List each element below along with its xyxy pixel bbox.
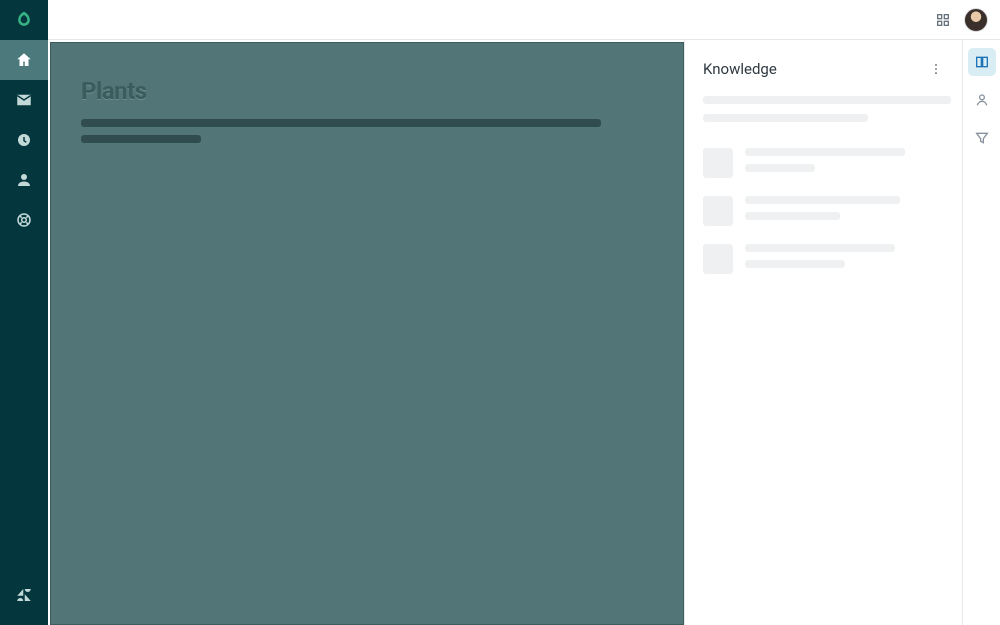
- skeleton-line: [745, 260, 845, 268]
- knowledge-skeleton-item: [703, 148, 944, 180]
- workspace-panel: Plants: [50, 42, 684, 625]
- user-avatar[interactable]: [964, 8, 988, 32]
- skeleton-line: [703, 114, 868, 122]
- app-logo-icon: [0, 0, 48, 40]
- skeleton-line: [745, 244, 895, 252]
- knowledge-panel: Knowledge: [684, 40, 962, 625]
- nav-mail[interactable]: [0, 80, 48, 120]
- more-vertical-icon[interactable]: [928, 61, 944, 77]
- skeleton-line: [745, 164, 815, 172]
- skeleton-line: [745, 148, 905, 156]
- knowledge-skeleton-top: [703, 96, 944, 132]
- nav-clock[interactable]: [0, 120, 48, 160]
- knowledge-skeleton-item: [703, 196, 944, 228]
- rail-filter-icon[interactable]: [968, 124, 996, 152]
- main: Plants Knowledge: [48, 0, 1000, 625]
- knowledge-title: Knowledge: [703, 60, 777, 78]
- nav-zendesk-icon[interactable]: [0, 575, 48, 615]
- workspace-skeleton-line: [81, 135, 201, 143]
- skeleton-line: [745, 196, 900, 204]
- skeleton-line: [703, 96, 951, 104]
- right-rail: [962, 40, 1000, 625]
- workspace-skeleton-line: [81, 119, 601, 127]
- nav-home[interactable]: [0, 40, 48, 80]
- skeleton-thumb: [703, 196, 733, 226]
- nav-person[interactable]: [0, 160, 48, 200]
- rail-knowledge-icon[interactable]: [968, 48, 996, 76]
- skeleton-thumb: [703, 244, 733, 274]
- nav-lifebuoy[interactable]: [0, 200, 48, 240]
- knowledge-skeleton-item: [703, 244, 944, 276]
- workspace-title: Plants: [81, 77, 653, 105]
- nav-sidebar: [0, 0, 48, 625]
- skeleton-thumb: [703, 148, 733, 178]
- top-header: [48, 0, 1000, 40]
- apps-grid-icon[interactable]: [934, 11, 952, 29]
- skeleton-line: [745, 212, 840, 220]
- rail-user-icon[interactable]: [968, 86, 996, 114]
